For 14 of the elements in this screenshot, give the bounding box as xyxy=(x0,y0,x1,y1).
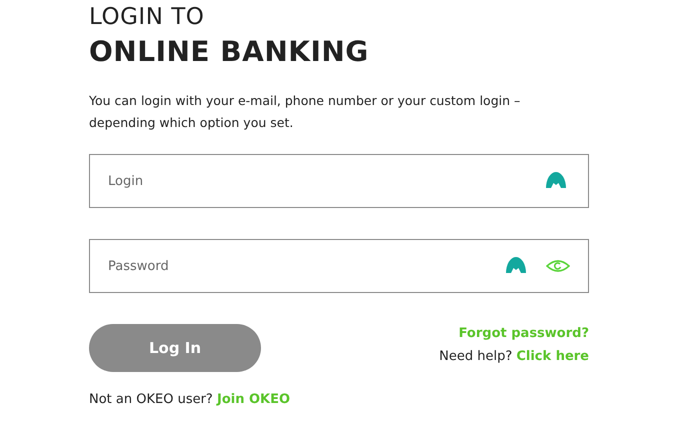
intro-text: You can login with your e-mail, phone number or your custom login – depending which option you set. xyxy=(89,92,522,132)
login-field[interactable]: Login xyxy=(89,154,589,208)
help-link[interactable]: Click here xyxy=(516,349,589,364)
eye-icon[interactable] xyxy=(546,259,570,273)
forgot-password-link[interactable]: Forgot password? xyxy=(458,326,589,341)
help-text: Need help? xyxy=(439,349,512,364)
login-button[interactable]: Log In xyxy=(89,324,261,372)
dome-icon xyxy=(506,257,526,273)
heading-line: LOGIN TO xyxy=(89,4,206,30)
signup-text: Not an OKEO user? xyxy=(89,392,213,407)
password-field[interactable]: Password xyxy=(89,239,589,293)
page-heading: ONLINE BANKING xyxy=(89,34,370,70)
join-link[interactable]: Join OKEO xyxy=(216,392,290,407)
dome-icon xyxy=(546,172,566,188)
